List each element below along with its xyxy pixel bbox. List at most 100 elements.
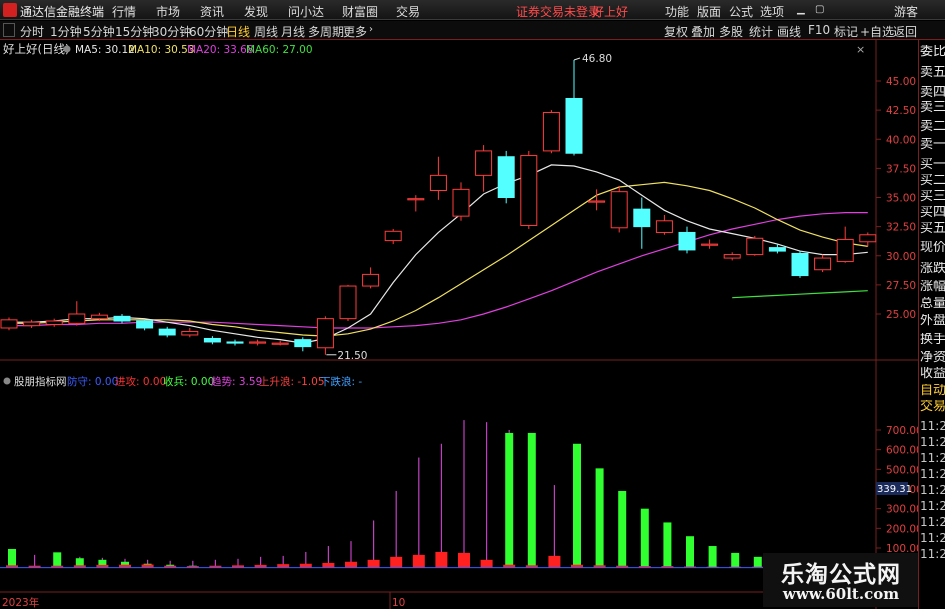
menu-shichang[interactable]: 市场 <box>156 3 180 20</box>
indicator-red-bar <box>480 559 493 568</box>
candle-down <box>113 315 131 322</box>
btn-tongji[interactable]: 统计 <box>749 23 773 40</box>
sidebar-toggle-button[interactable] <box>3 23 15 37</box>
candle-down <box>791 252 809 277</box>
quote-panel: 委比 卖五 卖四 卖三 卖二 卖一 买一 买二 买三 买四 买五 现价 涨跌 涨幅 总量 外盘 换手 净资 收益 自动… <box>918 40 945 609</box>
menu-jiaoyi[interactable]: 交易 <box>396 3 420 20</box>
indicator-label-trend: 趋势: 3.59 <box>211 375 262 388</box>
candle-up <box>836 238 854 263</box>
menu-faxian[interactable]: 发现 <box>244 3 268 20</box>
candle-up <box>316 318 334 349</box>
indicator-green-bar <box>53 552 62 568</box>
auto-trade-label[interactable]: 交易 <box>920 400 945 413</box>
trade-time: 11:28 <box>920 516 945 529</box>
menu-hangqing[interactable]: 行情 <box>112 3 136 20</box>
indicator-red-bar <box>390 556 403 568</box>
high-pointer <box>573 57 581 61</box>
period-more[interactable]: 更多 <box>343 23 367 40</box>
trade-time: 11:28 <box>920 484 945 497</box>
candle-up <box>271 342 289 345</box>
candle-down <box>565 97 583 154</box>
ma10-line <box>9 181 868 337</box>
user-label[interactable]: 游客 <box>894 3 918 20</box>
btn-add-favorite[interactable]: +自选 <box>860 23 894 40</box>
menu-gongneng[interactable]: 功能 <box>665 3 689 20</box>
candle-up <box>68 313 86 324</box>
quote-row-label: 换手 <box>920 333 945 346</box>
indicator-green-bar <box>527 432 536 568</box>
quote-row-label: 卖二 <box>920 120 945 133</box>
period-15min[interactable]: 15分钟 <box>115 23 154 40</box>
btn-f10[interactable]: F10 <box>808 23 830 37</box>
quote-row-label: 买三 <box>920 190 945 203</box>
trade-time: 11:28 <box>920 500 945 513</box>
candle-up <box>746 237 764 256</box>
menu-zixun[interactable]: 资讯 <box>200 3 224 20</box>
candle-up <box>429 174 447 192</box>
price-tick-label: 42.50 <box>886 105 916 117</box>
period-daily[interactable]: 日线 <box>226 23 250 40</box>
period-fenshi[interactable]: 分时 <box>20 23 44 40</box>
watermark: 乐淘公式网 www.60lt.com <box>763 553 918 607</box>
high-price-label: 46.80 <box>582 53 612 65</box>
menu-caifuquan[interactable]: 财富圈 <box>342 3 378 20</box>
btn-huaxian[interactable]: 画线 <box>777 23 801 40</box>
app-logo-icon <box>3 3 17 17</box>
indicator-green-bar <box>753 556 762 568</box>
login-warning[interactable]: 证券交易未登录 <box>516 3 600 20</box>
indicator-label-retreat: 收兵: 0.00 <box>163 375 214 388</box>
candle-up <box>339 285 357 320</box>
indicator-red-bar <box>548 555 561 568</box>
period-multi[interactable]: 多周期 <box>308 23 344 40</box>
period-weekly[interactable]: 周线 <box>254 23 278 40</box>
candle-up <box>859 234 877 243</box>
indicator-green-bar <box>640 508 649 568</box>
menu-gongshi[interactable]: 公式 <box>729 3 753 20</box>
candle-down <box>226 341 244 344</box>
period-5min[interactable]: 5分钟 <box>83 23 115 40</box>
btn-diejia[interactable]: 叠加 <box>691 23 715 40</box>
indicator-red-bar <box>435 551 448 568</box>
period-1min[interactable]: 1分钟 <box>50 23 82 40</box>
quote-row-label: 卖四 <box>920 86 945 99</box>
minimize-icon[interactable]: ▁ <box>797 4 805 15</box>
indicator-tick-label: 200.00 <box>886 523 918 535</box>
period-monthly[interactable]: 月线 <box>281 23 305 40</box>
trade-time: 11:28 <box>920 420 945 433</box>
indicator-tick-label: 500.00 <box>886 464 918 476</box>
indicator-settings-icon[interactable] <box>3 377 11 385</box>
btn-duogu[interactable]: 多股 <box>719 23 743 40</box>
btn-fuquan[interactable]: 复权 <box>664 23 688 40</box>
chevron-right-icon[interactable]: › <box>369 24 373 35</box>
indicator-tick-label: 600.00 <box>886 445 918 457</box>
candle-up <box>723 254 741 259</box>
indicator-tick-label: 700.00 <box>886 425 918 437</box>
btn-biaoji[interactable]: 标记 <box>834 23 858 40</box>
price-tick-label: 27.50 <box>886 280 916 292</box>
indicator-red-bar <box>367 559 380 568</box>
candle-up <box>542 111 560 152</box>
candle-down <box>203 337 221 343</box>
trade-time: 11:28 <box>920 468 945 481</box>
trade-time: 11:28 <box>920 436 945 449</box>
quote-row-label: 现价 <box>920 241 945 254</box>
kline-chart[interactable]: 好上好(日线) MA5: 30.12 MA10: 30.53 MA20: 33.… <box>0 40 918 609</box>
indicator-green-bar <box>618 490 627 568</box>
candlesticks <box>0 60 877 355</box>
candle-up <box>384 230 402 242</box>
quote-row-label: 买二 <box>920 174 945 187</box>
settings-dot-icon[interactable] <box>63 45 71 53</box>
quote-row-label: 买一 <box>920 158 945 171</box>
close-pane-icon[interactable]: × <box>856 43 865 56</box>
indicator-green-bar <box>708 546 717 568</box>
period-30min[interactable]: 30分钟 <box>152 23 191 40</box>
menu-banmian[interactable]: 版面 <box>697 3 721 20</box>
period-60min[interactable]: 60分钟 <box>189 23 228 40</box>
menu-wenxiaoda[interactable]: 问小达 <box>288 3 324 20</box>
auto-trade-label[interactable]: 自动 <box>920 384 945 397</box>
indicator-red-bar <box>458 552 470 568</box>
menu-xuanxiang[interactable]: 选项 <box>760 3 784 20</box>
btn-back[interactable]: 返回 <box>893 23 917 40</box>
restore-icon[interactable]: ▢ <box>815 4 824 15</box>
quote-row-label: 收益 <box>920 367 945 380</box>
